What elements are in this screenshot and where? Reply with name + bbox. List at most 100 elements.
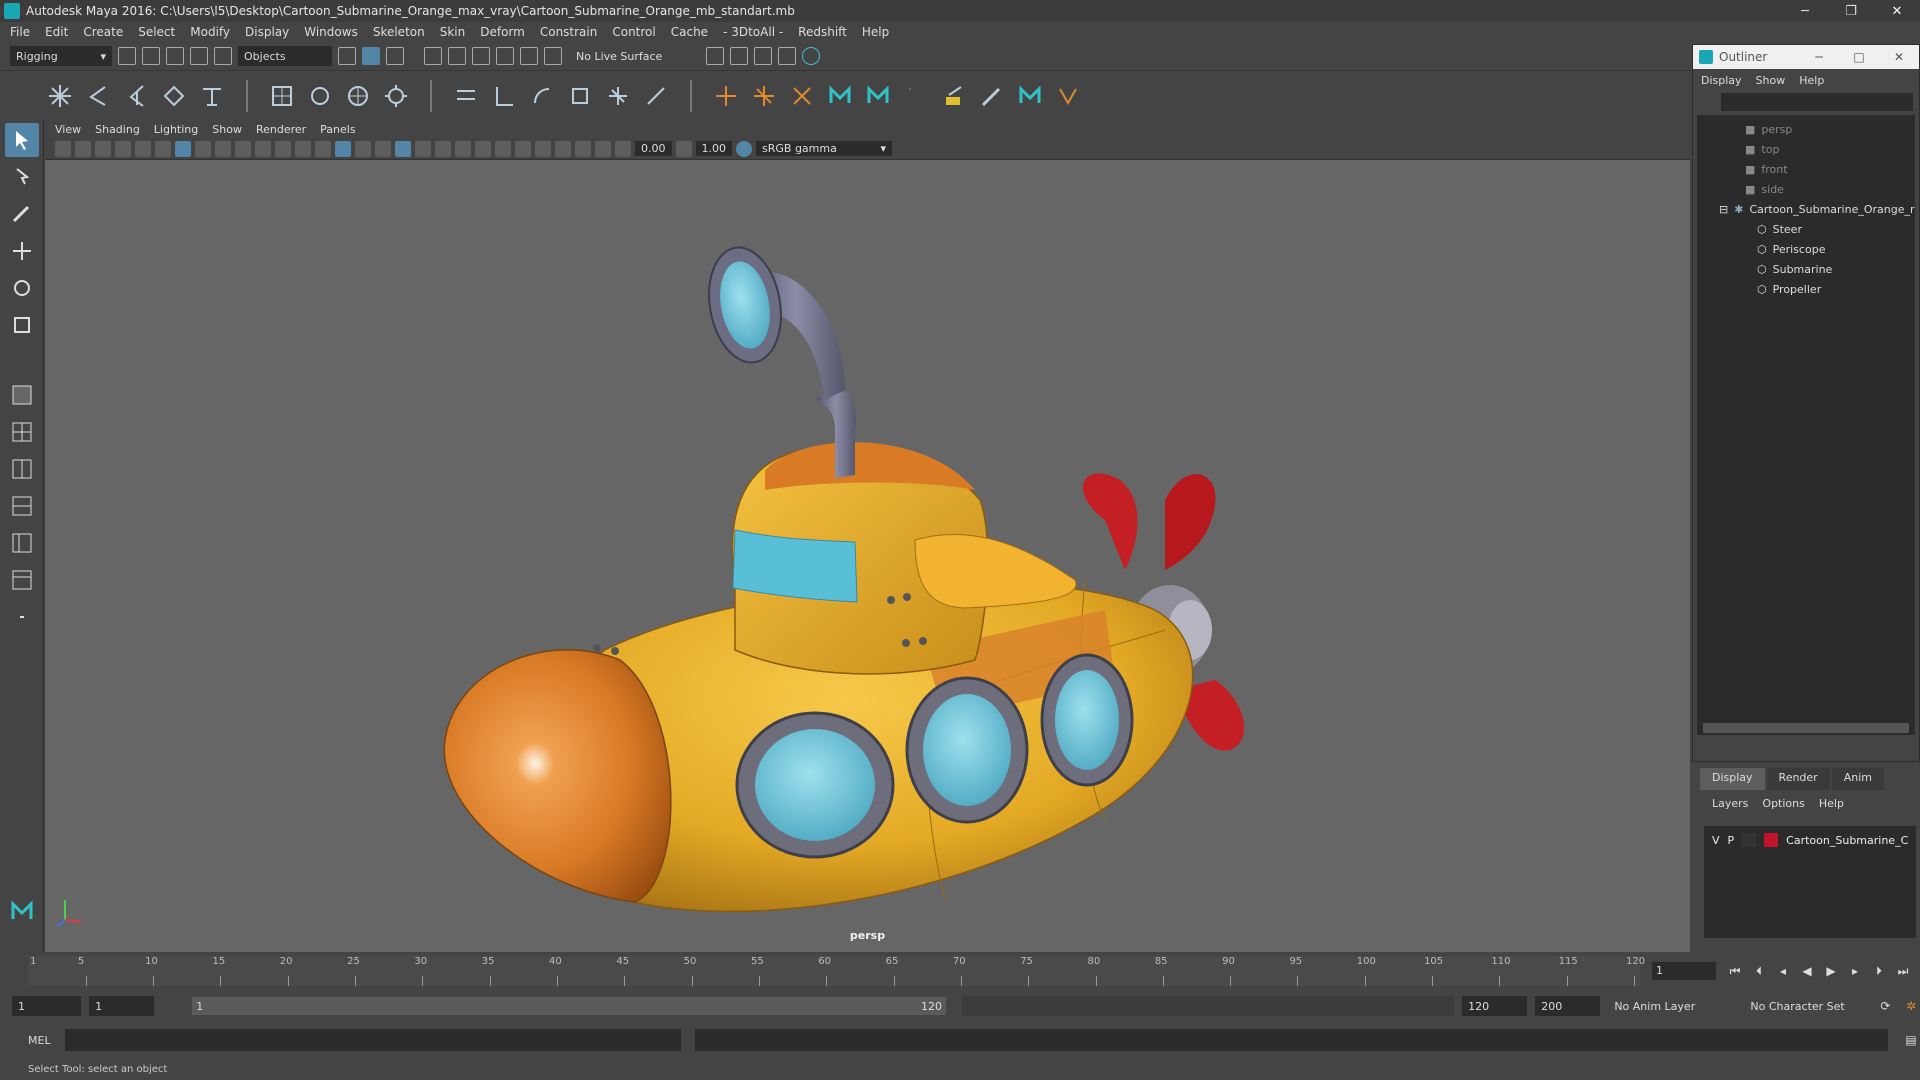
layer-row[interactable]: V P Cartoon_Submarine_C (1704, 830, 1916, 850)
default-material-icon[interactable] (355, 140, 371, 157)
viewport-menu-panels[interactable]: Panels (320, 123, 355, 136)
close-button[interactable]: ✕ (1874, 0, 1920, 22)
selection-mode-dropdown[interactable]: Objects (238, 46, 332, 66)
wrap-icon[interactable] (382, 82, 410, 110)
wireframe-icon[interactable] (315, 140, 331, 157)
hypershade-layout-icon[interactable] (5, 563, 39, 597)
character-set-dropdown[interactable]: No Character Set (1744, 996, 1868, 1016)
move-tool-icon[interactable] (5, 234, 39, 268)
ik-fk-icon[interactable] (750, 82, 778, 110)
redo-icon[interactable] (214, 47, 232, 65)
start-time-field[interactable]: 1 (12, 996, 82, 1016)
menu-3dtoall[interactable]: - 3DtoAll - (723, 25, 783, 39)
script-editor-icon[interactable]: ▤ (1902, 1031, 1920, 1049)
textured-icon[interactable] (395, 140, 411, 157)
select-camera-icon[interactable] (55, 140, 71, 157)
lattice-icon[interactable] (160, 82, 188, 110)
anim-layer-dropdown[interactable]: No Anim Layer (1608, 996, 1736, 1016)
auto-key-icon[interactable]: ⟳ (1877, 997, 1895, 1015)
minimize-button[interactable]: ─ (1782, 0, 1828, 22)
select-object-icon[interactable] (362, 47, 380, 65)
safe-action-icon[interactable] (275, 140, 291, 157)
command-input[interactable] (64, 1029, 682, 1051)
undo-icon[interactable] (190, 47, 208, 65)
more-layouts-icon[interactable] (5, 600, 39, 634)
layer-visibility-toggle[interactable]: V (1712, 834, 1720, 847)
lasso-tool-icon[interactable] (5, 160, 39, 194)
outliner-menu-display[interactable]: Display (1701, 74, 1742, 87)
menu-create[interactable]: Create (83, 25, 123, 39)
snap-view-icon[interactable] (496, 47, 514, 65)
graph-layout-icon[interactable] (5, 489, 39, 523)
grease-pencil-icon[interactable] (155, 140, 171, 157)
viewport-menu-lighting[interactable]: Lighting (154, 123, 198, 136)
xray-icon[interactable] (555, 140, 571, 157)
joint-tool-icon[interactable] (46, 82, 74, 110)
current-frame-field[interactable]: 1 (1652, 962, 1716, 980)
xray-joints-icon[interactable] (575, 140, 591, 157)
gate-mask-icon[interactable] (235, 140, 251, 157)
humanik-icon[interactable] (198, 82, 226, 110)
ik-handle-icon[interactable] (84, 82, 112, 110)
playback-start-field[interactable]: 1 (89, 996, 155, 1016)
bookmarks-icon[interactable] (95, 140, 111, 157)
menu-control[interactable]: Control (612, 25, 655, 39)
render-view-icon[interactable] (706, 47, 725, 65)
gamma-icon[interactable] (675, 140, 692, 157)
menuset-dropdown[interactable]: Rigging ▾ (10, 46, 112, 66)
menu-cache[interactable]: Cache (671, 25, 708, 39)
camera-attributes-icon[interactable] (75, 140, 91, 157)
render-current-icon[interactable] (730, 47, 749, 65)
isolate-select-icon[interactable] (535, 140, 551, 157)
outliner-item-group[interactable]: ⊟ ✱ Cartoon_Submarine_Orange_r (1697, 199, 1915, 219)
outliner-layout-icon[interactable] (5, 526, 39, 560)
side-by-side-layout-icon[interactable] (5, 452, 39, 486)
menu-edit[interactable]: Edit (45, 25, 68, 39)
layer-name[interactable]: Cartoon_Submarine_C (1786, 834, 1908, 847)
four-pane-layout-icon[interactable] (5, 415, 39, 449)
tab-render[interactable]: Render (1766, 768, 1830, 790)
menu-file[interactable]: File (10, 25, 30, 39)
color-management-icon[interactable] (736, 140, 752, 157)
point-constraint-icon[interactable] (452, 82, 480, 110)
periscope[interactable] (700, 242, 856, 478)
set-driven-key-icon[interactable] (788, 82, 816, 110)
script-language-label[interactable]: MEL (28, 1034, 51, 1047)
menu-select[interactable]: Select (138, 25, 175, 39)
new-scene-icon[interactable] (118, 47, 136, 65)
tab-anim[interactable]: Anim (1831, 768, 1884, 790)
view-transform-dropdown[interactable]: sRGB gamma ▾ (756, 141, 892, 156)
time-slider[interactable]: 1 5 10 15 20 25 30 35 40 45 50 55 60 65 70 75 80 85 90 95 1… (0, 952, 1920, 988)
check-icon[interactable] (1054, 82, 1082, 110)
2d-pan-zoom-icon[interactable] (135, 140, 151, 157)
cluster-icon[interactable] (344, 82, 372, 110)
parent-constraint-icon[interactable] (604, 82, 632, 110)
shadows-icon[interactable] (435, 140, 451, 157)
rotate-tool-icon[interactable] (5, 271, 39, 305)
end-time-field[interactable]: 200 (1535, 996, 1601, 1016)
step-back-frame-icon[interactable]: ◂ (1774, 962, 1792, 980)
screen-space-ao-icon[interactable] (455, 140, 471, 157)
maya-script-1-icon[interactable] (826, 82, 854, 110)
film-gate-icon[interactable] (195, 140, 211, 157)
restore-button[interactable]: ❐ (1828, 0, 1874, 22)
maya-script-3-icon[interactable] (1016, 82, 1044, 110)
play-backwards-icon[interactable]: ◀ (1798, 962, 1816, 980)
layer-color-swatch[interactable] (1764, 833, 1779, 847)
hypershade-icon[interactable] (802, 47, 821, 65)
menu-deform[interactable]: Deform (480, 25, 525, 39)
step-forward-frame-icon[interactable]: ▸ (1846, 962, 1864, 980)
xray-components-icon[interactable] (595, 140, 611, 157)
outliner-item-steer[interactable]: ⬡ Steer (1697, 219, 1915, 239)
perspective-viewport[interactable]: View Shading Lighting Show Renderer Pane… (45, 120, 1690, 952)
tab-display[interactable]: Display (1700, 768, 1765, 790)
step-back-key-icon[interactable]: ⏴ (1750, 962, 1768, 980)
menu-windows[interactable]: Windows (304, 25, 358, 39)
menu-display[interactable]: Display (245, 25, 289, 39)
scale-tool-icon[interactable] (5, 308, 39, 342)
scale-constraint-icon[interactable] (566, 82, 594, 110)
time-ruler[interactable]: 1 5 10 15 20 25 30 35 40 45 50 55 60 65 70 75 80 85 90 95 1… (28, 956, 1645, 986)
image-plane-icon[interactable] (115, 140, 131, 157)
single-pane-layout-icon[interactable] (5, 378, 39, 412)
menu-help[interactable]: Help (862, 25, 889, 39)
